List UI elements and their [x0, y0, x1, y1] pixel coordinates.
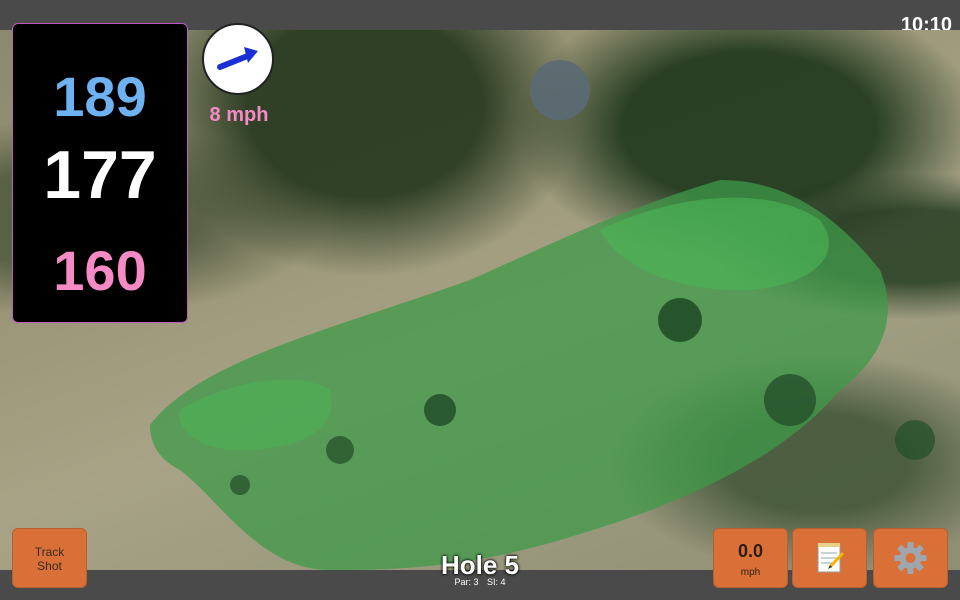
- hole-stroke-index: SI: 4: [487, 577, 506, 587]
- gear-icon: [894, 542, 927, 574]
- settings-button[interactable]: [873, 528, 948, 588]
- speed-value: 0.0: [737, 541, 764, 561]
- speed-button[interactable]: 0.0 mph: [713, 528, 788, 588]
- wind-speed-label: 8 mph: [209, 104, 269, 126]
- notepad-icon: [817, 543, 845, 573]
- back-distance: 189: [53, 65, 147, 128]
- track-shot-label-line1: Track: [34, 545, 65, 559]
- front-distance: 160: [53, 239, 147, 302]
- track-shot-label-line2: Shot: [37, 559, 62, 573]
- hole-par: Par: 3: [454, 577, 479, 587]
- distance-panel: 189 177 160: [12, 23, 188, 323]
- track-shot-button[interactable]: Track Shot: [12, 528, 87, 588]
- notes-button[interactable]: [792, 528, 867, 588]
- wind-indicator: [202, 23, 274, 95]
- center-distance: 177: [43, 137, 157, 213]
- speed-unit: mph: [740, 567, 761, 578]
- hole-info: Par: 3 SI: 4: [380, 577, 580, 587]
- wind-direction-arrow-icon: [217, 47, 258, 70]
